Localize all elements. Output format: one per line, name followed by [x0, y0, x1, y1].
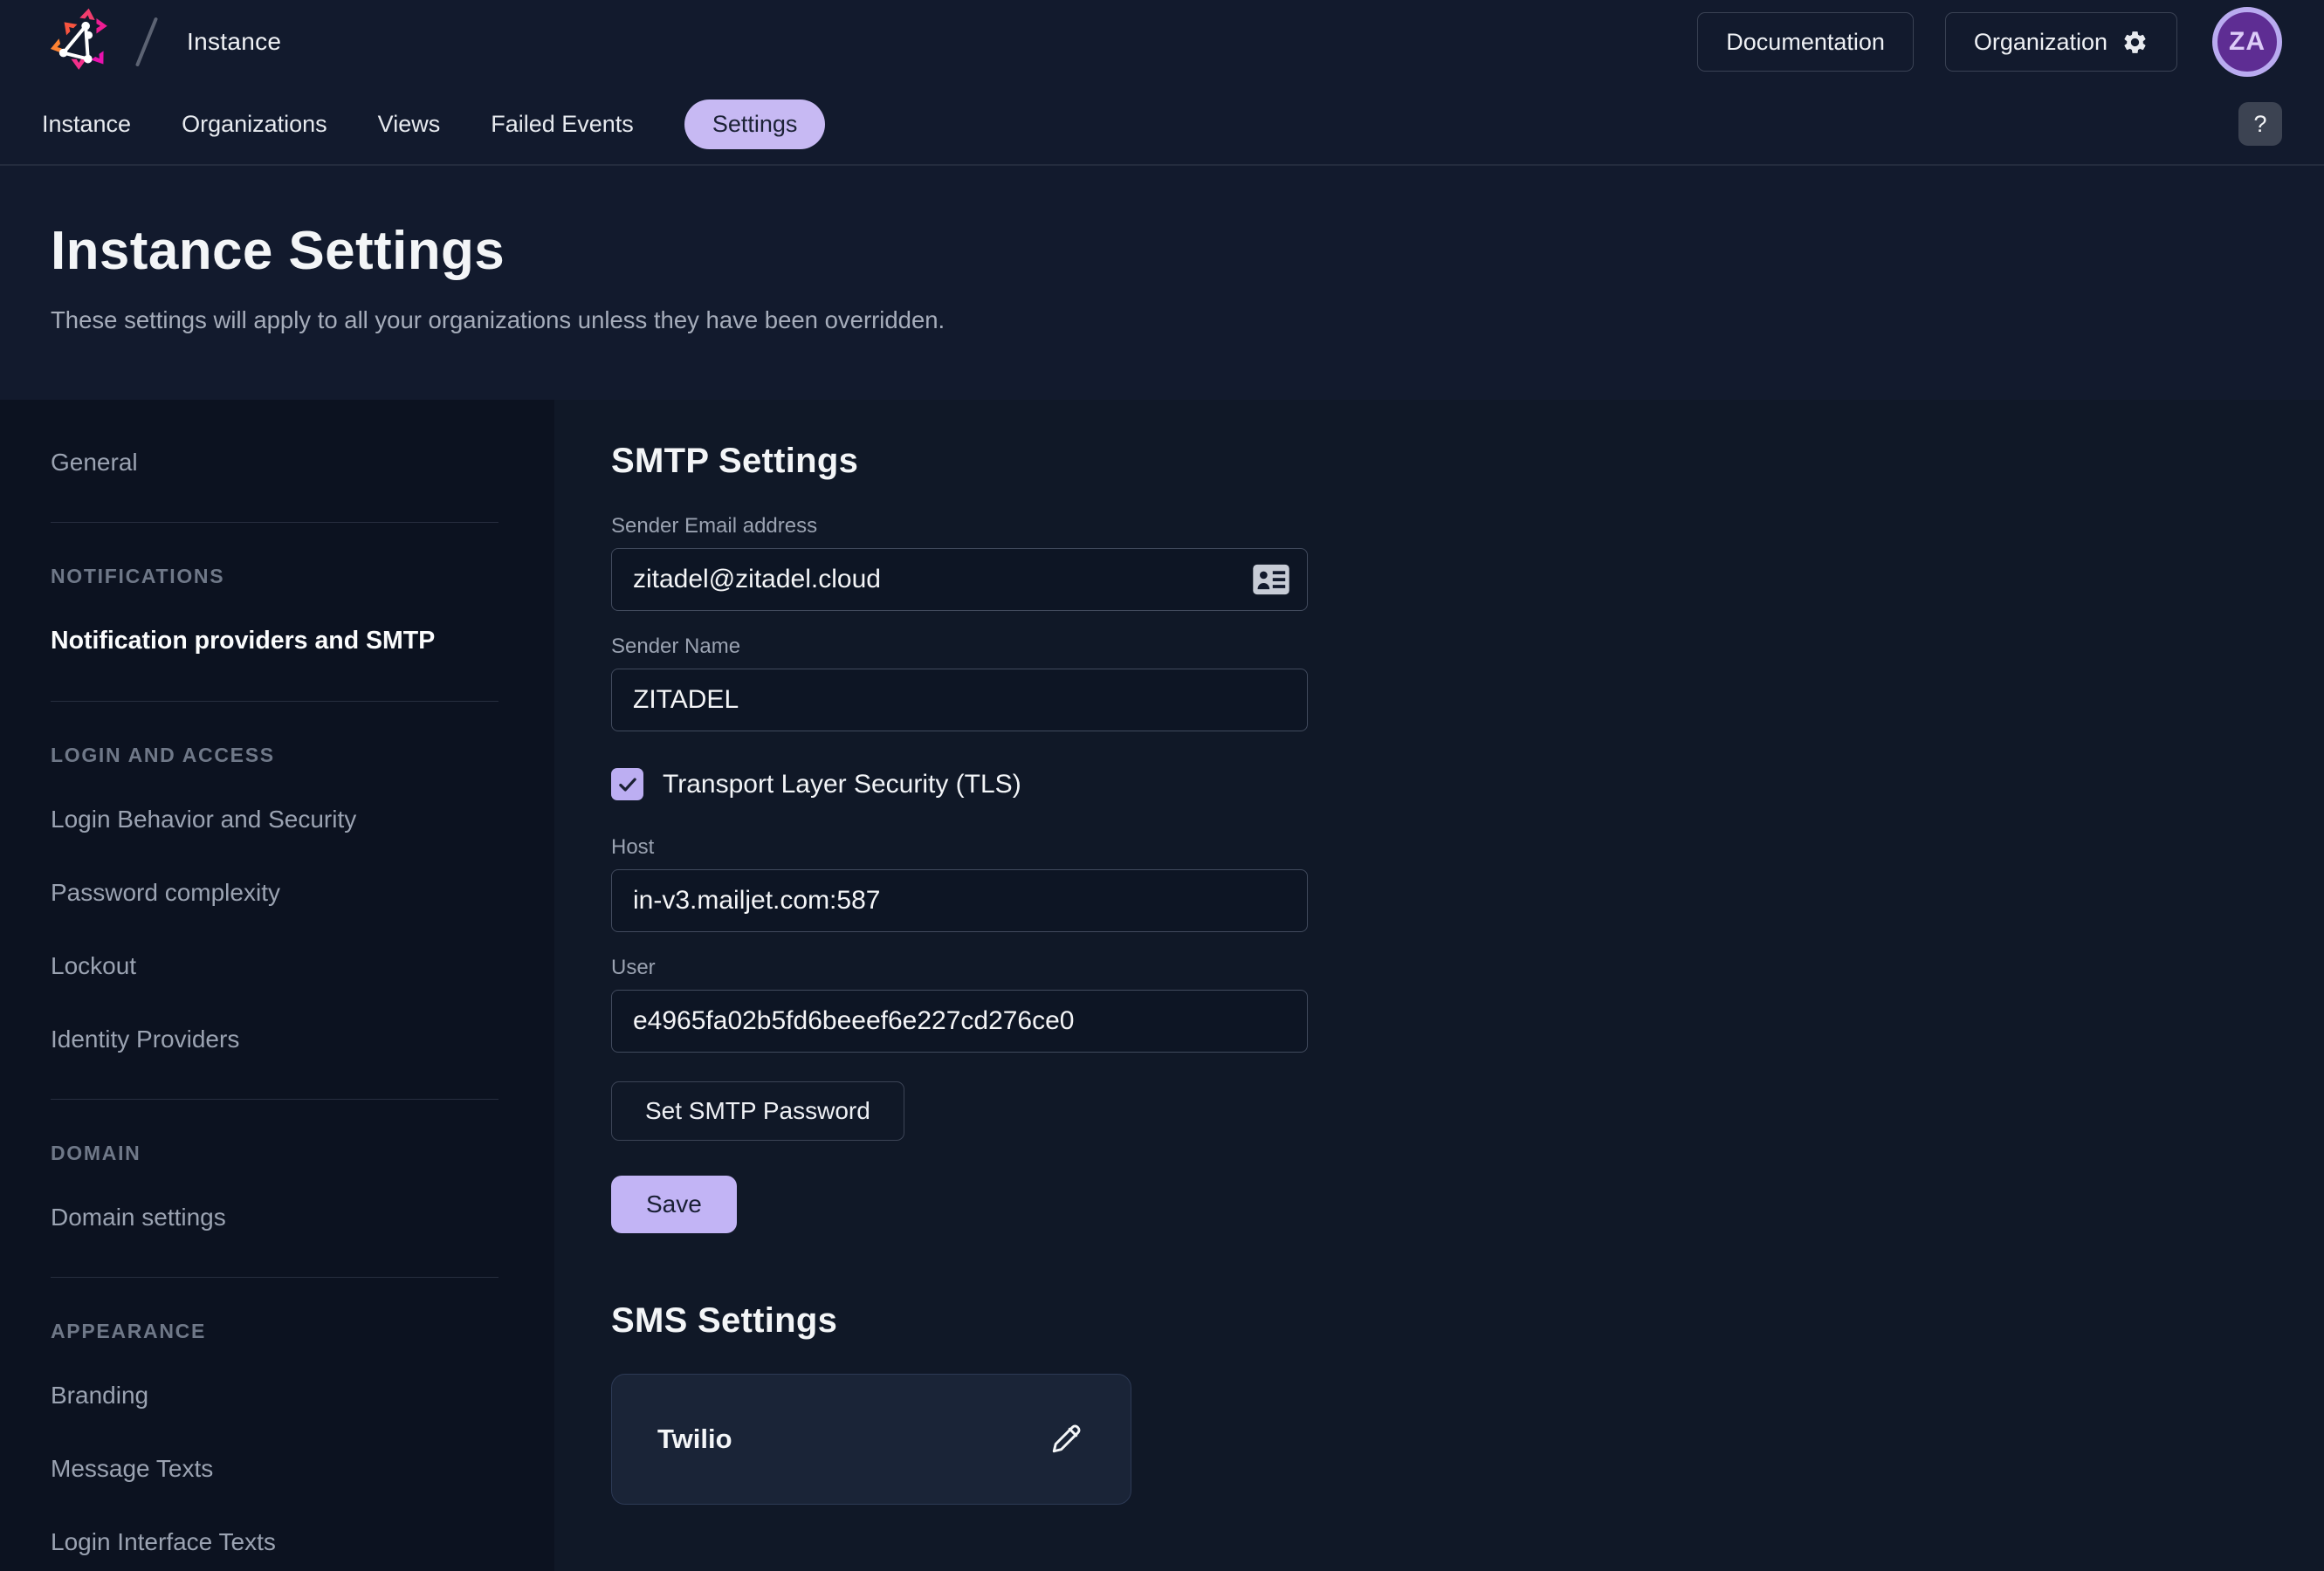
tls-label[interactable]: Transport Layer Security (TLS)	[663, 770, 1021, 799]
host-label: Host	[611, 835, 1308, 860]
tab-settings[interactable]: Settings	[684, 99, 826, 149]
help-button[interactable]: ?	[2238, 102, 2282, 146]
sidebar-section-login-and-access: LOGIN AND ACCESS	[51, 744, 498, 767]
user-field-group: User	[611, 956, 1308, 1053]
page-subtitle: These settings will apply to all your or…	[51, 306, 2273, 334]
sender-email-input[interactable]	[611, 548, 1308, 611]
divider	[51, 1277, 498, 1278]
user-label: User	[611, 956, 1308, 980]
organization-button-label: Organization	[1974, 29, 2107, 56]
sidebar-item-branding[interactable]: Branding	[51, 1382, 498, 1410]
sender-email-label: Sender Email address	[611, 514, 1308, 539]
sidebar-item-lockout[interactable]: Lockout	[51, 952, 498, 980]
sidebar-item-general[interactable]: General	[51, 449, 498, 477]
top-zone: Instance Documentation Organization ZA I…	[0, 0, 2324, 400]
set-smtp-password-button[interactable]: Set SMTP Password	[611, 1081, 904, 1141]
user-input[interactable]	[611, 990, 1308, 1053]
sidebar-section-appearance: APPEARANCE	[51, 1320, 498, 1343]
sender-name-field-group: Sender Name	[611, 635, 1308, 731]
sidebar-item-message-texts[interactable]: Message Texts	[51, 1455, 498, 1483]
sidebar-item-domain-settings[interactable]: Domain settings	[51, 1204, 498, 1231]
host-field-group: Host	[611, 835, 1308, 932]
sidebar-item-password-complexity[interactable]: Password complexity	[51, 879, 498, 907]
tab-views[interactable]: Views	[378, 99, 441, 150]
breadcrumb[interactable]: Instance	[187, 28, 281, 56]
sms-provider-card[interactable]: Twilio	[611, 1374, 1131, 1505]
save-button[interactable]: Save	[611, 1176, 737, 1233]
smtp-settings-heading: SMTP Settings	[611, 442, 2324, 481]
tab-organizations[interactable]: Organizations	[182, 99, 327, 150]
title-section: Instance Settings These settings will ap…	[0, 166, 2324, 400]
breadcrumb-separator	[135, 17, 158, 66]
tls-checkbox[interactable]	[611, 768, 643, 800]
avatar-initials: ZA	[2229, 27, 2266, 57]
sidebar-item-login-behavior-and-security[interactable]: Login Behavior and Security	[51, 806, 498, 834]
sidebar-item-notification-providers-and-smtp[interactable]: Notification providers and SMTP	[51, 627, 498, 655]
checkmark-icon	[616, 773, 639, 796]
gear-icon	[2121, 29, 2149, 56]
page-title: Instance Settings	[51, 220, 2273, 282]
host-input[interactable]	[611, 869, 1308, 932]
sidebar-item-login-interface-texts[interactable]: Login Interface Texts	[51, 1528, 498, 1556]
documentation-button[interactable]: Documentation	[1697, 12, 1914, 72]
tab-bar: Instance Organizations Views Failed Even…	[0, 84, 2324, 166]
tab-failed-events[interactable]: Failed Events	[491, 99, 634, 150]
sender-name-input[interactable]	[611, 669, 1308, 731]
sidebar-section-notifications: NOTIFICATIONS	[51, 565, 498, 588]
sender-name-label: Sender Name	[611, 635, 1308, 659]
sms-settings-heading: SMS Settings	[611, 1301, 2324, 1341]
content: General NOTIFICATIONS Notification provi…	[0, 400, 2324, 1571]
smtp-settings-panel: SMTP Settings Sender Email address Sende…	[554, 400, 2324, 1571]
settings-sidebar: General NOTIFICATIONS Notification provi…	[0, 400, 554, 1571]
sender-email-field-group: Sender Email address	[611, 514, 1308, 611]
sidebar-section-domain: DOMAIN	[51, 1142, 498, 1165]
tls-checkbox-row: Transport Layer Security (TLS)	[611, 768, 2324, 800]
contact-card-icon	[1252, 564, 1290, 595]
divider	[51, 1099, 498, 1100]
edit-pencil-icon[interactable]	[1047, 1420, 1085, 1458]
avatar[interactable]: ZA	[2212, 7, 2282, 77]
divider	[51, 701, 498, 702]
sidebar-item-identity-providers[interactable]: Identity Providers	[51, 1026, 498, 1053]
organization-button[interactable]: Organization	[1945, 12, 2177, 72]
tab-instance[interactable]: Instance	[42, 99, 131, 150]
top-bar: Instance Documentation Organization ZA	[0, 0, 2324, 84]
divider	[51, 522, 498, 523]
documentation-button-label: Documentation	[1726, 29, 1885, 56]
zitadel-logo-icon[interactable]	[42, 5, 119, 82]
sms-provider-name: Twilio	[657, 1424, 732, 1455]
